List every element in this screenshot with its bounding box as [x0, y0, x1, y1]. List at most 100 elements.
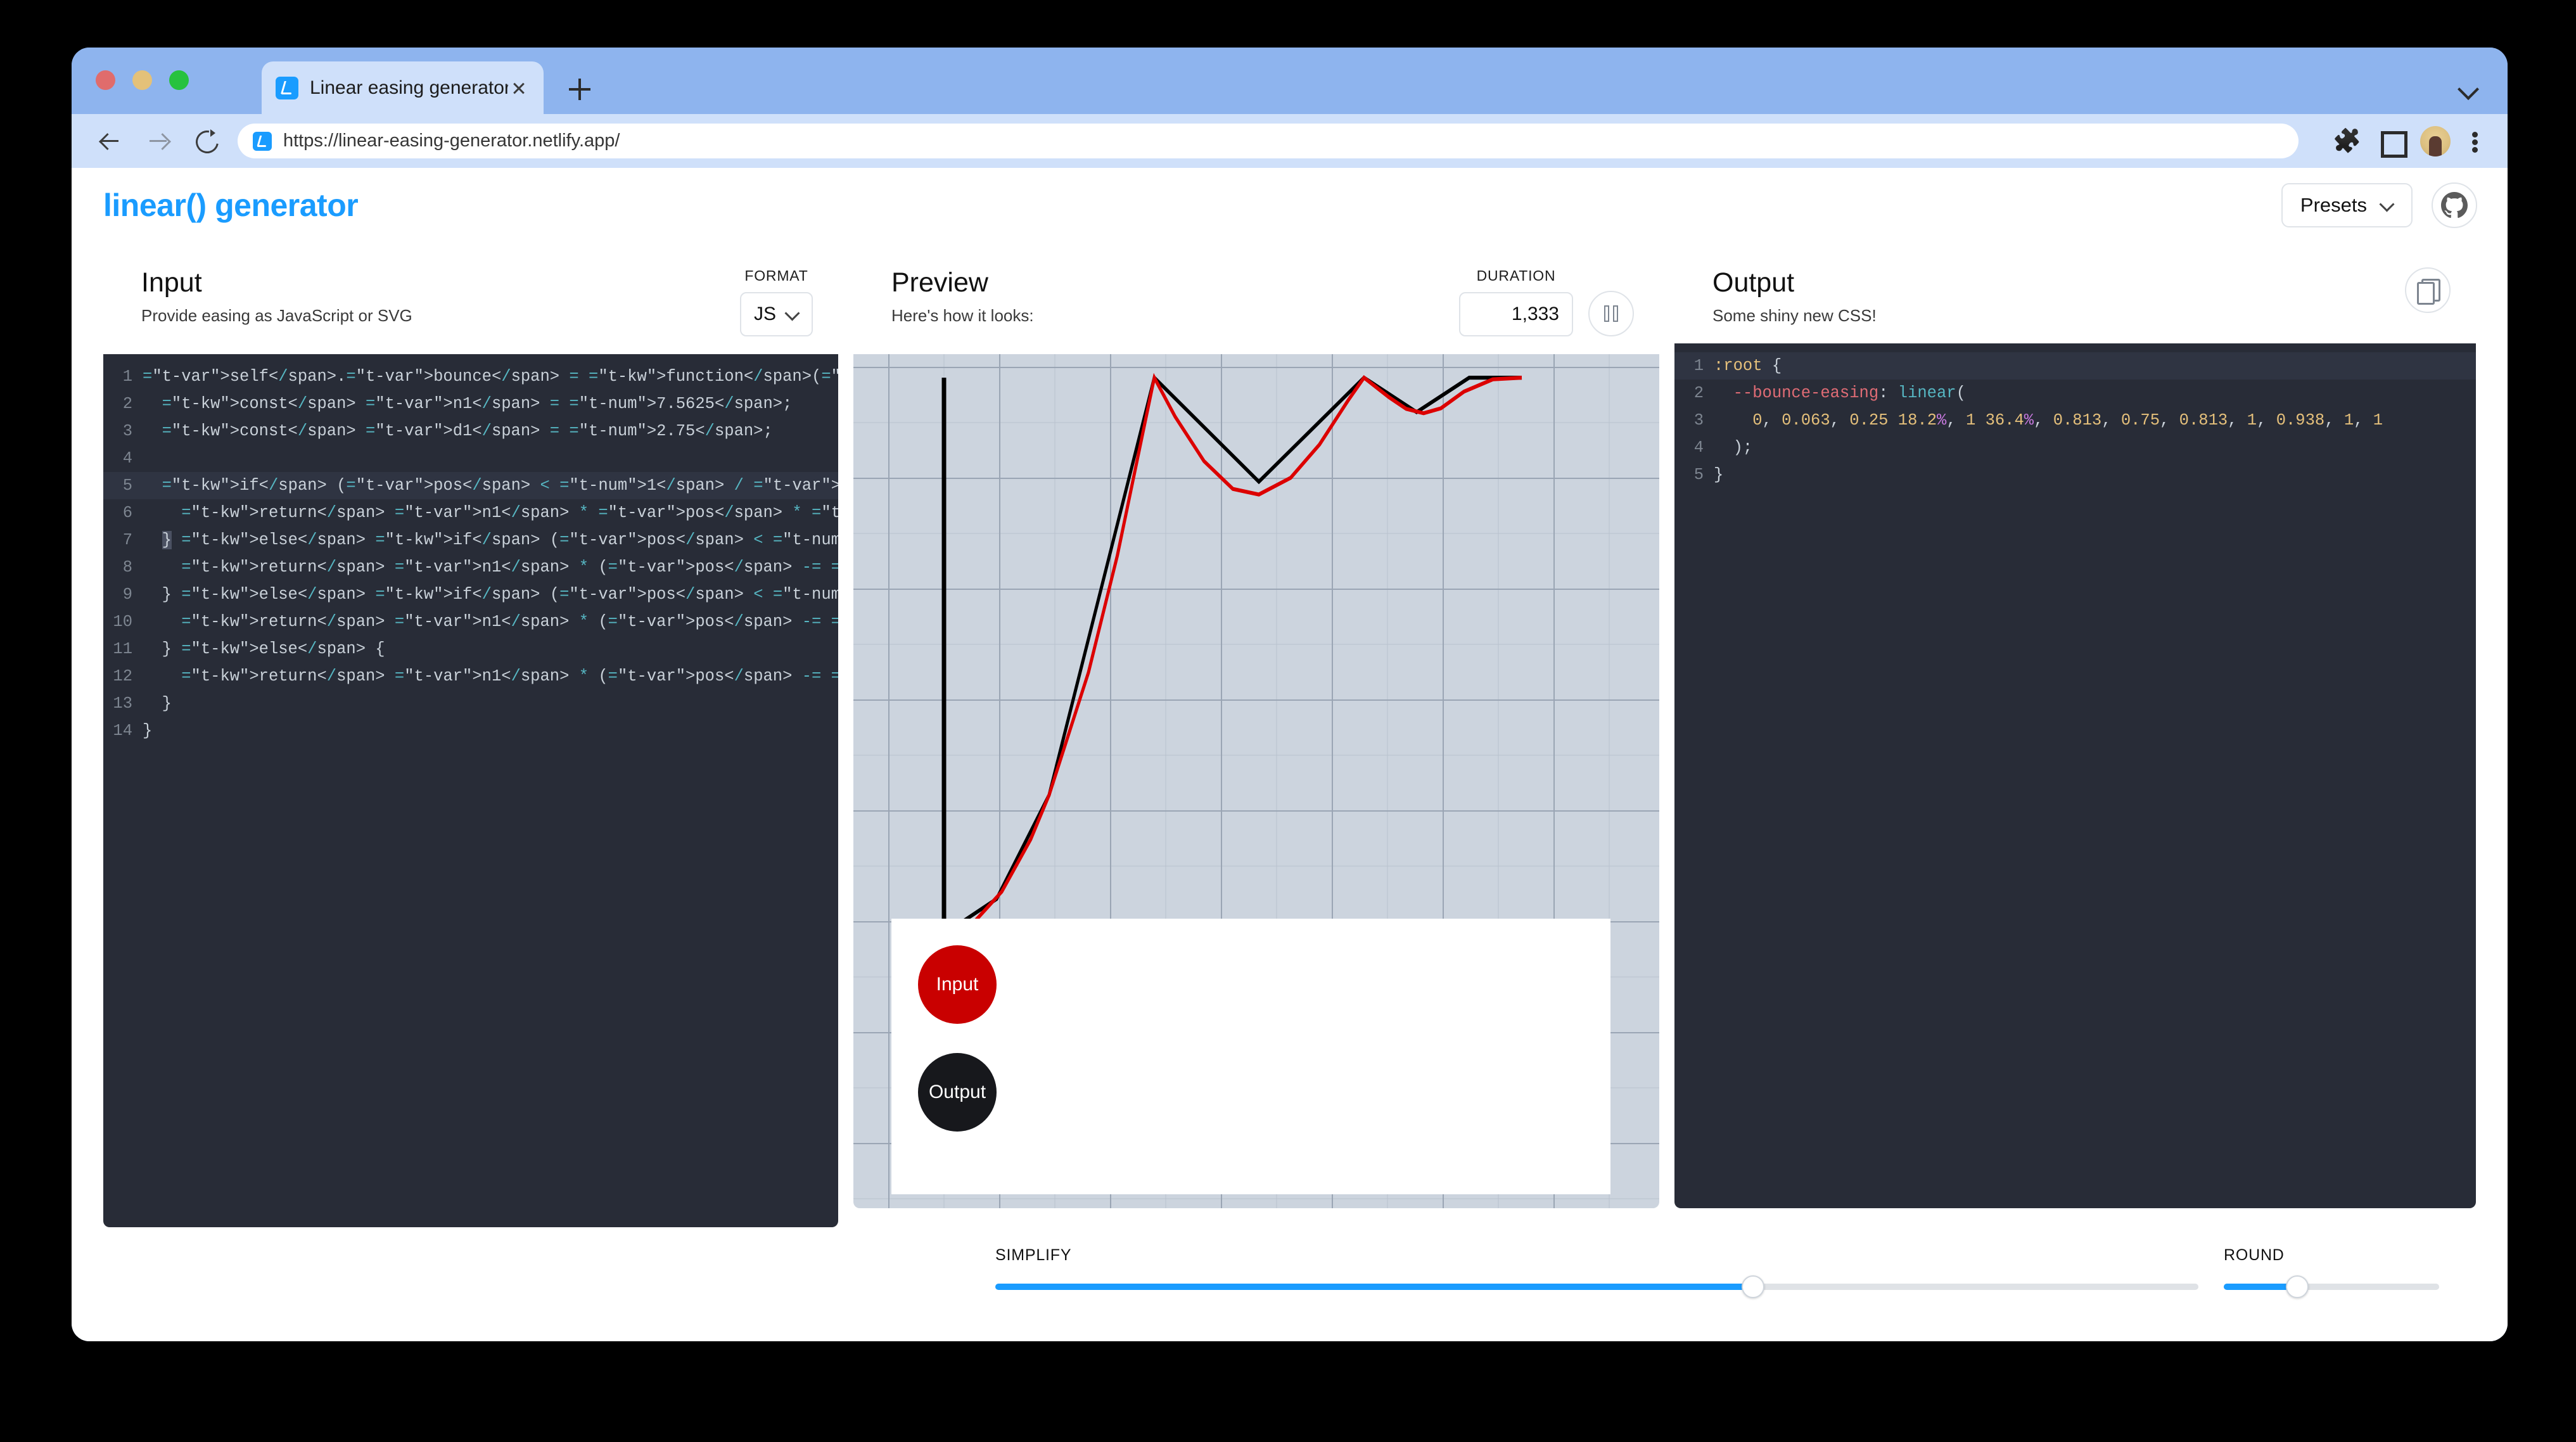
line-number: 6 — [122, 504, 132, 522]
code-line-text: } — [143, 694, 172, 713]
line-number: 1 — [122, 367, 132, 386]
code-line-text: ="t-kw">const</span> ="t-var">d1</span> … — [162, 422, 773, 440]
main-content: Input Provide easing as JavaScript or SV… — [72, 242, 2508, 1341]
code-line-text: } ="t-kw">else</span> ="t-kw">if</span> … — [143, 585, 838, 604]
code-line: 3 0, 0.063, 0.25 18.2%, 1 36.4%, 0.813, … — [1674, 407, 2476, 434]
back-arrow-icon[interactable] — [93, 125, 126, 158]
input-panel-title: Input — [141, 267, 202, 298]
close-icon[interactable] — [508, 77, 530, 99]
code-line-text: ="t-kw">return</span> ="t-var">n1</span>… — [181, 504, 838, 522]
copy-output-button[interactable] — [2405, 267, 2451, 313]
code-line: 6 ="t-kw">return</span> ="t-var">n1</spa… — [103, 499, 838, 526]
line-number: 4 — [1693, 438, 1704, 457]
duration-label: DURATION — [1476, 267, 1556, 284]
code-line: 4 — [103, 445, 838, 472]
line-number: 7 — [122, 531, 132, 549]
round-slider-thumb[interactable] — [2285, 1275, 2309, 1298]
browser-window: Linear easing generator https://linear-e… — [72, 48, 2508, 1341]
code-line: 5} — [1674, 461, 2476, 488]
browser-tab-strip: Linear easing generator — [72, 48, 2508, 114]
input-panel: Input Provide easing as JavaScript or SV… — [103, 242, 838, 1227]
desktop-background: Linear easing generator https://linear-e… — [0, 0, 2576, 1442]
code-line: 8 ="t-kw">return</span> ="t-var">n1</spa… — [103, 554, 838, 581]
simplify-slider[interactable] — [995, 1275, 2198, 1298]
output-ball: Output — [918, 1053, 997, 1132]
three-dot-menu-icon[interactable] — [2464, 126, 2486, 156]
sliders-bar: SIMPLIFY ROUND — [959, 1208, 2476, 1327]
round-slider[interactable] — [2224, 1275, 2439, 1298]
format-value: JS — [753, 303, 776, 324]
round-label: ROUND — [2224, 1246, 2285, 1264]
tab-favicon-icon — [276, 76, 298, 99]
line-number: 3 — [122, 422, 132, 440]
puzzle-piece-icon[interactable] — [2331, 126, 2362, 156]
code-line-text: ="t-var">self</span>.="t-var">bounce</sp… — [143, 367, 838, 386]
minimize-window-button[interactable] — [132, 70, 152, 90]
simplify-slider-thumb[interactable] — [1742, 1275, 1765, 1298]
input-panel-header: Input Provide easing as JavaScript or SV… — [103, 242, 838, 354]
close-window-button[interactable] — [96, 70, 115, 90]
simplify-slider-group: SIMPLIFY — [995, 1246, 2198, 1298]
chevron-down-icon — [2381, 199, 2394, 212]
simplify-label: SIMPLIFY — [995, 1246, 1072, 1264]
code-line-text: } — [1714, 466, 1724, 485]
code-line: 10 ="t-kw">return</span> ="t-var">n1</sp… — [103, 608, 838, 635]
input-code-editor[interactable]: 1 ="t-var">self</span>.="t-var">bounce</s… — [103, 354, 838, 1227]
line-number: 2 — [1693, 384, 1704, 403]
code-line: 9 } ="t-kw">else</span> ="t-kw">if</span… — [103, 581, 838, 608]
line-number: 2 — [122, 395, 132, 413]
format-select[interactable]: JS — [739, 292, 813, 336]
line-number: 8 — [122, 558, 132, 577]
line-number: 3 — [1693, 411, 1704, 430]
duration-input[interactable]: 1,333 — [1459, 292, 1573, 336]
code-line-text: ="t-kw">return</span> ="t-var">n1</span>… — [181, 558, 838, 577]
output-panel: Output Some shiny new CSS! 1:root {2 --b… — [1674, 242, 2476, 1208]
code-line: 2 --bounce-easing: linear( — [1674, 380, 2476, 407]
avatar[interactable] — [2420, 125, 2451, 156]
output-panel-title: Output — [1712, 267, 1795, 298]
presets-button[interactable]: Presets — [2281, 182, 2413, 227]
code-line-text: ="t-kw">const</span> ="t-var">n1</span> … — [162, 395, 793, 413]
plus-icon[interactable] — [569, 78, 592, 101]
code-line-text: 0, 0.063, 0.25 18.2%, 1 36.4%, 0.813, 0.… — [1752, 411, 2383, 430]
page-content: linear() generator Presets Input Provide… — [72, 168, 2508, 1341]
maximize-window-button[interactable] — [169, 70, 189, 90]
simplify-slider-fill — [995, 1283, 1754, 1290]
square-icon[interactable] — [2376, 126, 2407, 158]
line-number: 13 — [113, 694, 132, 713]
github-link-button[interactable] — [2432, 182, 2477, 228]
window-traffic-lights — [96, 70, 189, 90]
output-panel-subtitle: Some shiny new CSS! — [1712, 306, 1877, 326]
browser-tab[interactable]: Linear easing generator — [262, 61, 544, 114]
code-line: 13 } — [103, 690, 838, 717]
chevron-down-icon[interactable] — [2458, 78, 2478, 98]
code-line: 14} — [103, 717, 838, 744]
code-line-text: ="t-kw">if</span> (="t-var">pos</span> <… — [143, 472, 838, 499]
line-number: 9 — [122, 585, 132, 604]
preview-panel: Preview Here's how it looks: DURATION 1,… — [853, 242, 1659, 1208]
code-line-text: ); — [1714, 438, 1753, 457]
input-panel-subtitle: Provide easing as JavaScript or SVG — [141, 306, 412, 326]
code-line-text: } — [143, 722, 153, 740]
pause-icon — [1604, 305, 1618, 322]
output-code-editor[interactable]: 1:root {2 --bounce-easing: linear(3 0, 0… — [1674, 343, 2476, 1208]
code-line: 12 ="t-kw">return</span> ="t-var">n1</sp… — [103, 663, 838, 690]
line-number: 1 — [1693, 357, 1704, 376]
play-pause-button[interactable] — [1588, 291, 1634, 336]
animation-demo-area: Input Output — [891, 919, 1610, 1194]
preview-stage: Input Output — [853, 354, 1659, 1208]
forward-arrow-icon[interactable] — [141, 125, 174, 158]
reload-icon[interactable] — [189, 125, 222, 158]
site-favicon-icon — [253, 131, 272, 151]
code-line: 3 ="t-kw">const</span> ="t-var">d1</span… — [103, 418, 838, 445]
input-ball: Input — [918, 945, 997, 1024]
code-line: 11 } ="t-kw">else</span> { — [103, 635, 838, 663]
code-line: 1:root { — [1674, 352, 2476, 380]
code-line: 2 ="t-kw">const</span> ="t-var">n1</span… — [103, 390, 838, 418]
address-bar[interactable]: https://linear-easing-generator.netlify.… — [238, 124, 2299, 158]
code-line-text: } ="t-kw">else</span> { — [143, 640, 385, 658]
code-line-text: ="t-kw">return</span> ="t-var">n1</span>… — [181, 613, 838, 631]
url-text: https://linear-easing-generator.netlify.… — [283, 131, 620, 151]
header-actions: Presets — [2281, 182, 2477, 228]
page-title: linear() generator — [103, 187, 359, 223]
